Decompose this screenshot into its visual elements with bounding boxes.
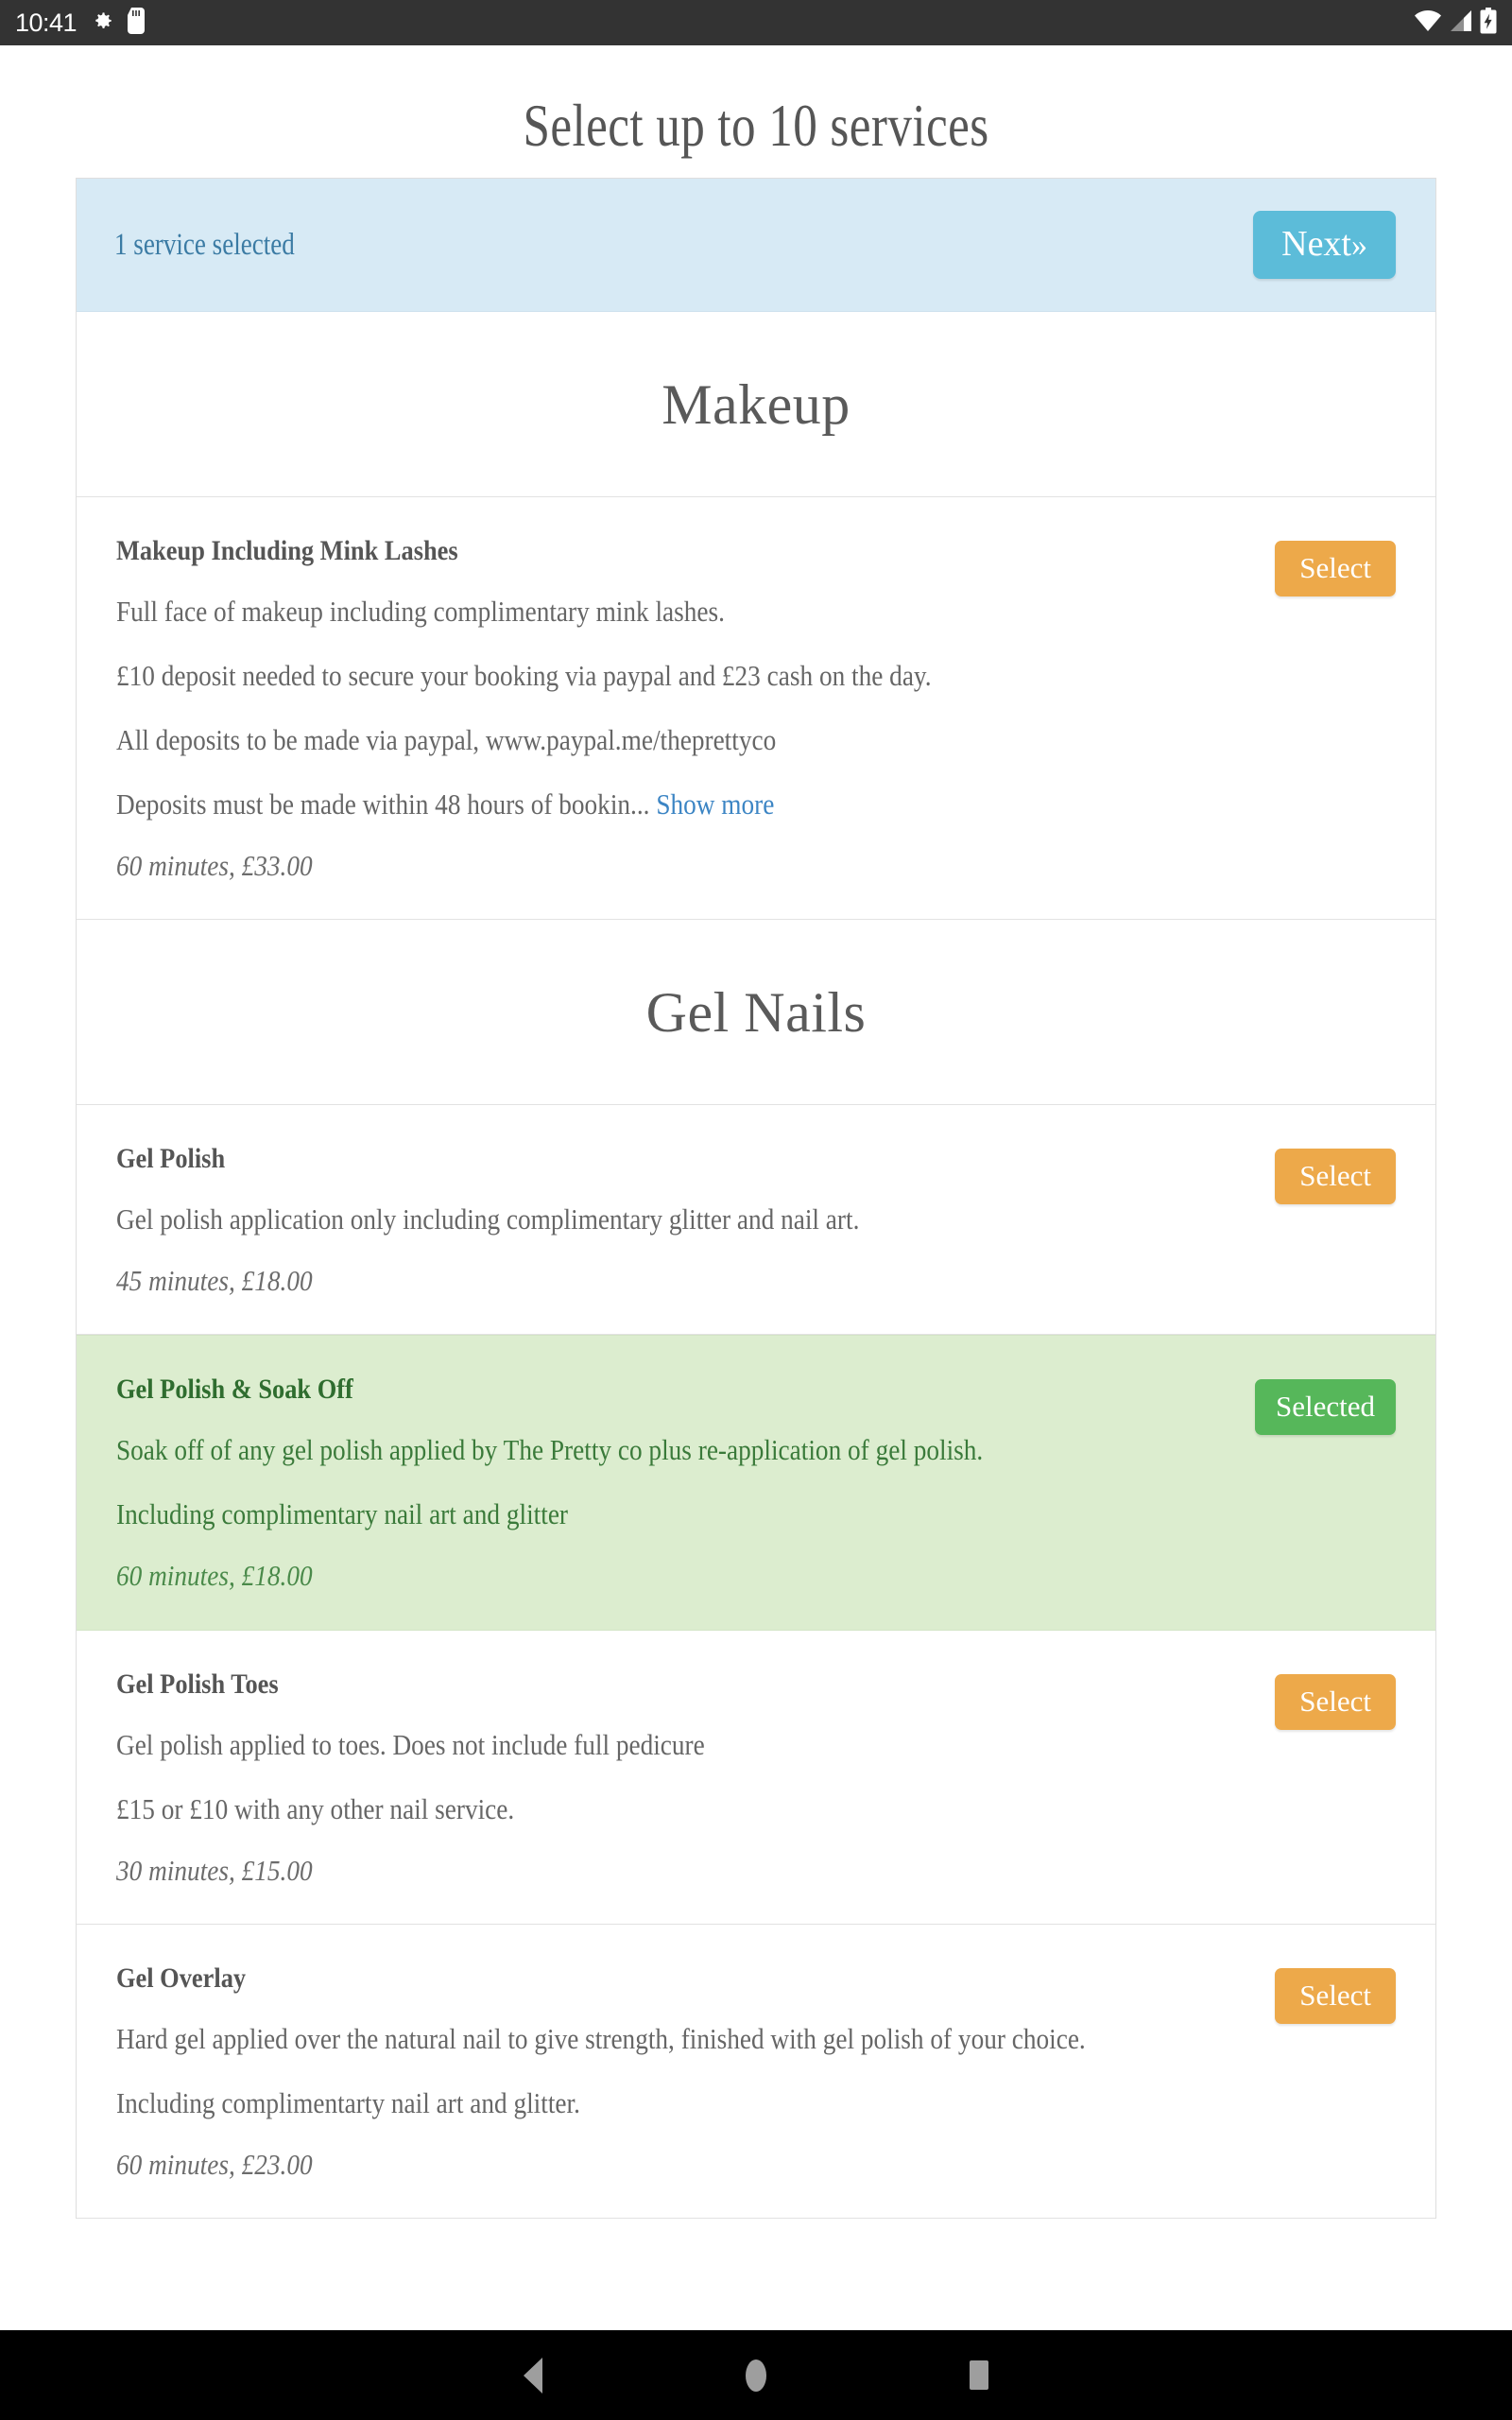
service-description-line: Hard gel applied over the natural nail t… bbox=[116, 2021, 1086, 2055]
back-triangle-icon bbox=[524, 2357, 542, 2394]
status-bar-right bbox=[1414, 7, 1497, 39]
service-row[interactable]: Gel Polish Toes Gel polish applied to to… bbox=[77, 1630, 1435, 1925]
selected-button[interactable]: Selected bbox=[1254, 1379, 1396, 1436]
next-button-label: Next bbox=[1281, 224, 1351, 264]
home-button[interactable] bbox=[734, 2354, 778, 2397]
service-name: Gel Polish bbox=[116, 1143, 226, 1175]
service-row[interactable]: Gel Overlay Hard gel applied over the na… bbox=[77, 1924, 1435, 2220]
service-action: Selected bbox=[1254, 1374, 1396, 1436]
service-row-selected[interactable]: Gel Polish & Soak Off Soak off of any ge… bbox=[77, 1335, 1435, 1631]
service-duration-price: 60 minutes, £33.00 bbox=[116, 849, 313, 883]
service-row[interactable]: Gel Polish Gel polish application only i… bbox=[77, 1105, 1435, 1336]
service-name: Gel Polish & Soak Off bbox=[116, 1374, 353, 1406]
status-bar: 10:41 bbox=[0, 0, 1512, 45]
page-body: Select up to 10 services 1 service selec… bbox=[0, 45, 1512, 2330]
selection-banner: 1 service selected Next» bbox=[77, 179, 1435, 312]
services-card: 1 service selected Next» Makeup Makeup I… bbox=[76, 178, 1436, 2220]
android-navigation-bar bbox=[0, 2330, 1512, 2420]
double-chevron-right-icon: » bbox=[1351, 228, 1367, 263]
service-description-line: £15 or £10 with any other nail service. bbox=[116, 1791, 515, 1825]
section-heading-gel-nails: Gel Nails bbox=[77, 920, 1435, 1106]
service-description-line: Including complimentarty nail art and gl… bbox=[116, 2085, 580, 2119]
page-title: Select up to 10 services bbox=[523, 92, 989, 159]
service-duration-price: 45 minutes, £18.00 bbox=[116, 1264, 313, 1298]
service-description-line: All deposits to be made via paypal, www.… bbox=[116, 723, 777, 757]
service-row[interactable]: Makeup Including Mink Lashes Full face o… bbox=[77, 497, 1435, 921]
show-more-link[interactable]: Show more bbox=[656, 787, 774, 821]
app-screen: 10:41 Select up to 10 services 1 service… bbox=[0, 0, 1512, 2420]
signal-icon bbox=[1449, 9, 1473, 38]
recents-button[interactable] bbox=[957, 2354, 1001, 2397]
status-clock: 10:41 bbox=[15, 8, 77, 37]
service-name: Gel Overlay bbox=[116, 1962, 247, 1994]
select-button[interactable]: Select bbox=[1275, 1673, 1396, 1730]
service-duration-price: 60 minutes, £18.00 bbox=[116, 1559, 313, 1593]
selection-count-label: 1 service selected bbox=[114, 227, 295, 262]
wifi-icon bbox=[1414, 9, 1442, 38]
back-button[interactable] bbox=[511, 2354, 555, 2397]
service-name: Makeup Including Mink Lashes bbox=[116, 535, 458, 566]
service-details: Gel Polish & Soak Off Soak off of any ge… bbox=[116, 1374, 1255, 1593]
service-duration-price: 60 minutes, £23.00 bbox=[116, 2147, 313, 2181]
service-description-line: Gel polish application only including co… bbox=[116, 1202, 860, 1236]
battery-charging-icon bbox=[1480, 7, 1497, 39]
select-button[interactable]: Select bbox=[1275, 1149, 1396, 1205]
service-description-line: Full face of makeup including compliment… bbox=[116, 595, 725, 628]
service-details: Gel Polish Gel polish application only i… bbox=[116, 1143, 1275, 1298]
next-button[interactable]: Next» bbox=[1253, 211, 1396, 279]
section-heading-makeup: Makeup bbox=[77, 312, 1435, 497]
select-button[interactable]: Select bbox=[1275, 541, 1396, 596]
truncated-text: Deposits must be made within 48 hours of… bbox=[116, 787, 650, 821]
service-description-line: £10 deposit needed to secure your bookin… bbox=[116, 659, 932, 693]
status-bar-left: 10:41 bbox=[15, 7, 146, 39]
home-circle-icon bbox=[746, 2359, 766, 2392]
select-button[interactable]: Select bbox=[1275, 1967, 1396, 2024]
service-description-line: Soak off of any gel polish applied by Th… bbox=[116, 1433, 984, 1467]
gear-icon bbox=[90, 9, 114, 38]
service-description-line: Including complimentary nail art and gli… bbox=[116, 1497, 569, 1531]
service-description-line: Gel polish applied to toes. Does not inc… bbox=[116, 1727, 705, 1761]
service-duration-price: 30 minutes, £15.00 bbox=[116, 1853, 313, 1887]
service-description-truncated: Deposits must be made within 48 hours of… bbox=[116, 784, 1252, 825]
recents-square-icon bbox=[970, 2360, 988, 2390]
service-action: Select bbox=[1275, 1668, 1396, 1730]
service-name: Gel Polish Toes bbox=[116, 1668, 279, 1700]
service-details: Gel Polish Toes Gel polish applied to to… bbox=[116, 1668, 1275, 1888]
service-action: Select bbox=[1275, 1143, 1396, 1205]
service-details: Gel Overlay Hard gel applied over the na… bbox=[116, 1962, 1275, 2182]
sd-card-icon bbox=[128, 7, 146, 39]
service-details: Makeup Including Mink Lashes Full face o… bbox=[116, 535, 1275, 883]
service-action: Select bbox=[1275, 1962, 1396, 2024]
service-action: Select bbox=[1275, 535, 1396, 596]
